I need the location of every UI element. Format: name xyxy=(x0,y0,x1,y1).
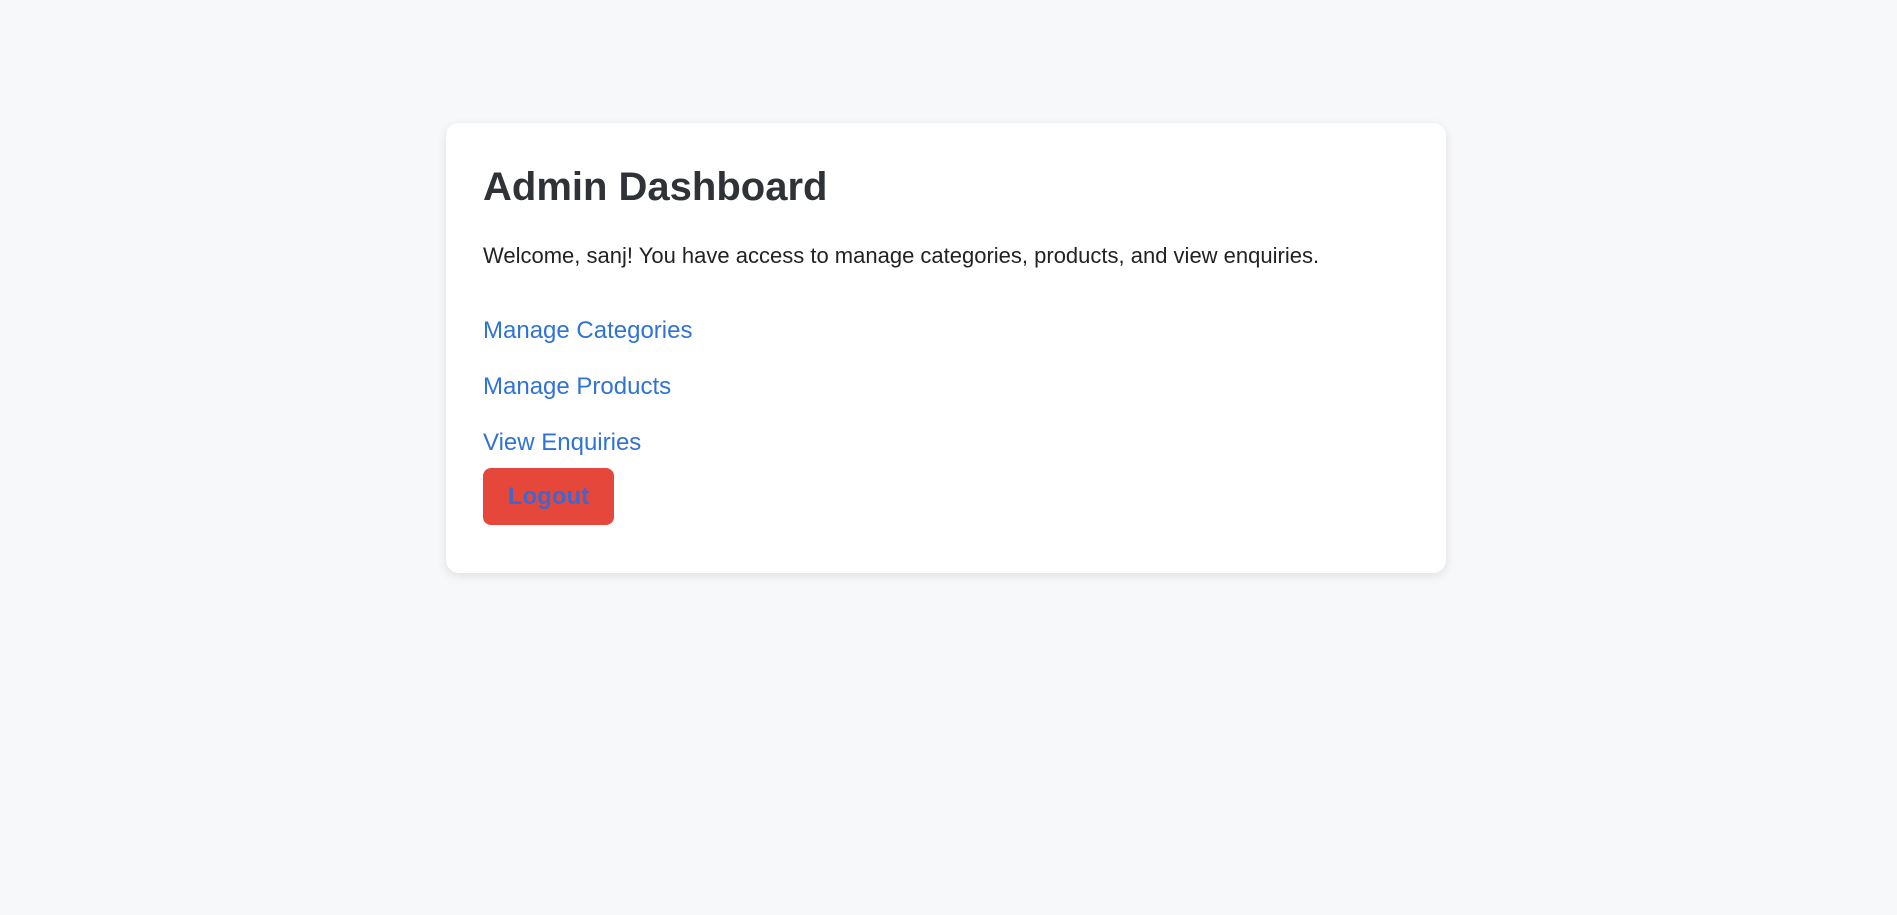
logout-button[interactable]: Logout xyxy=(483,468,614,525)
page-title: Admin Dashboard xyxy=(483,165,828,209)
manage-products-link[interactable]: Manage Products xyxy=(483,375,671,399)
manage-categories-link[interactable]: Manage Categories xyxy=(483,319,692,343)
dashboard-card: Admin Dashboard Welcome, sanj! You have … xyxy=(446,123,1446,573)
view-enquiries-link[interactable]: View Enquiries xyxy=(483,431,641,455)
welcome-message: Welcome, sanj! You have access to manage… xyxy=(483,243,1320,268)
dashboard-links: Manage Categories Manage Products View E… xyxy=(483,319,1409,455)
